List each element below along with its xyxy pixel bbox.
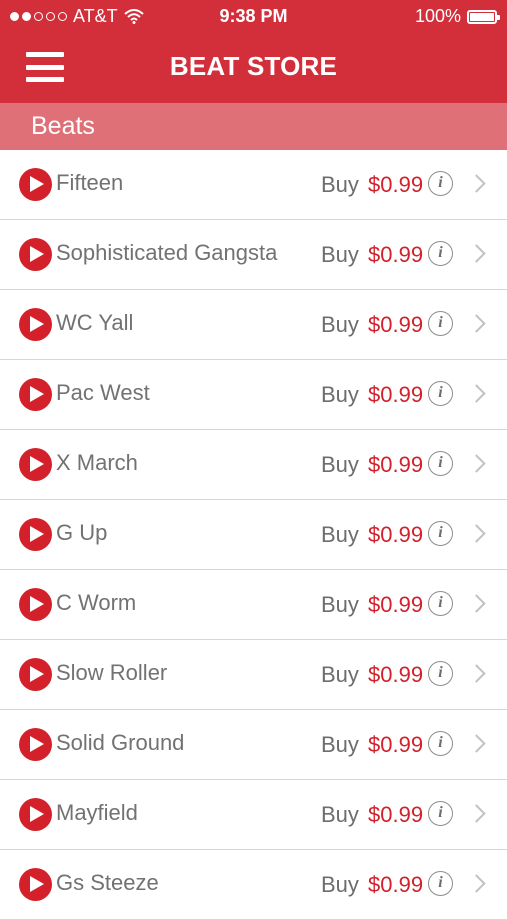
beat-price: $0.99 xyxy=(368,662,424,687)
battery-percent: 100% xyxy=(414,6,461,26)
app-header: AT&T 9:38 PM 100% BEAT STORE xyxy=(0,0,507,103)
chevron-right-icon xyxy=(467,734,486,753)
buy-button[interactable]: Buy xyxy=(321,592,359,618)
beat-row[interactable]: Gs Steeze Buy $0.99 i xyxy=(0,850,507,920)
beat-row[interactable]: Solid Ground Buy $0.99 i xyxy=(0,710,507,780)
buy-button[interactable]: Buy xyxy=(321,172,359,198)
beat-row[interactable]: C Worm Buy $0.99 i xyxy=(0,570,507,640)
info-icon[interactable]: i xyxy=(428,731,453,756)
play-icon[interactable] xyxy=(19,798,52,831)
beat-row[interactable]: WC Yall Buy $0.99 i xyxy=(0,290,507,360)
play-icon[interactable] xyxy=(19,518,52,551)
info-icon[interactable]: i xyxy=(428,171,453,196)
play-icon[interactable] xyxy=(19,308,52,341)
buy-button[interactable]: Buy xyxy=(321,382,359,408)
beat-name: Fifteen xyxy=(56,170,124,195)
chevron-right-icon xyxy=(467,244,486,263)
chevron-right-icon xyxy=(467,874,486,893)
beat-row[interactable]: Sophisticated Gangsta Buy $0.99 i xyxy=(0,220,507,290)
beat-row[interactable]: Pac West Buy $0.99 i xyxy=(0,360,507,430)
info-icon[interactable]: i xyxy=(428,451,453,476)
play-icon[interactable] xyxy=(19,378,52,411)
nav-bar: BEAT STORE xyxy=(0,34,507,103)
beat-price: $0.99 xyxy=(368,872,424,897)
info-icon[interactable]: i xyxy=(428,241,453,266)
chevron-right-icon xyxy=(467,454,486,473)
play-icon[interactable] xyxy=(19,728,52,761)
play-icon[interactable] xyxy=(19,168,52,201)
info-icon[interactable]: i xyxy=(428,661,453,686)
chevron-right-icon xyxy=(467,524,486,543)
buy-button[interactable]: Buy xyxy=(321,522,359,548)
beat-name: Gs Steeze xyxy=(56,870,159,895)
beat-name: Mayfield xyxy=(56,800,138,825)
play-icon[interactable] xyxy=(19,238,52,271)
section-header: Beats xyxy=(0,103,507,150)
play-icon[interactable] xyxy=(19,588,52,621)
page-title: BEAT STORE xyxy=(169,51,338,81)
beat-row[interactable]: Fifteen Buy $0.99 i xyxy=(0,150,507,220)
chevron-right-icon xyxy=(467,314,486,333)
chevron-right-icon xyxy=(467,804,486,823)
play-icon[interactable] xyxy=(19,448,52,481)
status-right: 100% xyxy=(414,6,500,27)
beat-price: $0.99 xyxy=(368,312,424,337)
chevron-right-icon xyxy=(467,594,486,613)
buy-button[interactable]: Buy xyxy=(321,242,359,268)
info-icon[interactable]: i xyxy=(428,311,453,336)
buy-button[interactable]: Buy xyxy=(321,872,359,898)
beat-name: WC Yall xyxy=(56,310,134,335)
beat-name: Sophisticated Gangsta xyxy=(56,240,278,265)
info-icon[interactable]: i xyxy=(428,591,453,616)
beat-row[interactable]: G Up Buy $0.99 i xyxy=(0,500,507,570)
info-icon[interactable]: i xyxy=(428,381,453,406)
beat-name: Solid Ground xyxy=(56,730,185,755)
beat-price: $0.99 xyxy=(368,732,424,757)
info-icon[interactable]: i xyxy=(428,521,453,546)
buy-button[interactable]: Buy xyxy=(321,662,359,688)
chevron-right-icon xyxy=(467,664,486,683)
beat-row[interactable]: Slow Roller Buy $0.99 i xyxy=(0,640,507,710)
beat-name: C Worm xyxy=(56,590,137,615)
info-icon[interactable]: i xyxy=(428,871,453,896)
chevron-right-icon xyxy=(467,174,486,193)
buy-button[interactable]: Buy xyxy=(321,452,359,478)
chevron-right-icon xyxy=(467,384,486,403)
beat-list: Fifteen Buy $0.99 i Sophisticated Gangsta Buy… xyxy=(0,150,507,920)
play-icon[interactable] xyxy=(19,658,52,691)
beat-row[interactable]: X March Buy $0.99 i xyxy=(0,430,507,500)
battery-icon xyxy=(467,9,500,24)
buy-button[interactable]: Buy xyxy=(321,802,359,828)
beat-price: $0.99 xyxy=(368,522,424,547)
beat-row[interactable]: Mayfield Buy $0.99 i xyxy=(0,780,507,850)
beat-price: $0.99 xyxy=(368,802,424,827)
beat-price: $0.99 xyxy=(368,592,424,617)
beat-price: $0.99 xyxy=(368,242,424,267)
beat-name: Slow Roller xyxy=(56,660,168,685)
play-icon[interactable] xyxy=(19,868,52,901)
beat-price: $0.99 xyxy=(368,382,424,407)
beat-name: Pac West xyxy=(56,380,150,405)
buy-button[interactable]: Buy xyxy=(321,312,359,338)
beat-name: G Up xyxy=(56,520,108,545)
info-icon[interactable]: i xyxy=(428,801,453,826)
beat-name: X March xyxy=(56,450,138,475)
beat-price: $0.99 xyxy=(368,172,424,197)
buy-button[interactable]: Buy xyxy=(321,732,359,758)
status-bar: AT&T 9:38 PM 100% xyxy=(0,0,507,34)
beat-price: $0.99 xyxy=(368,452,424,477)
